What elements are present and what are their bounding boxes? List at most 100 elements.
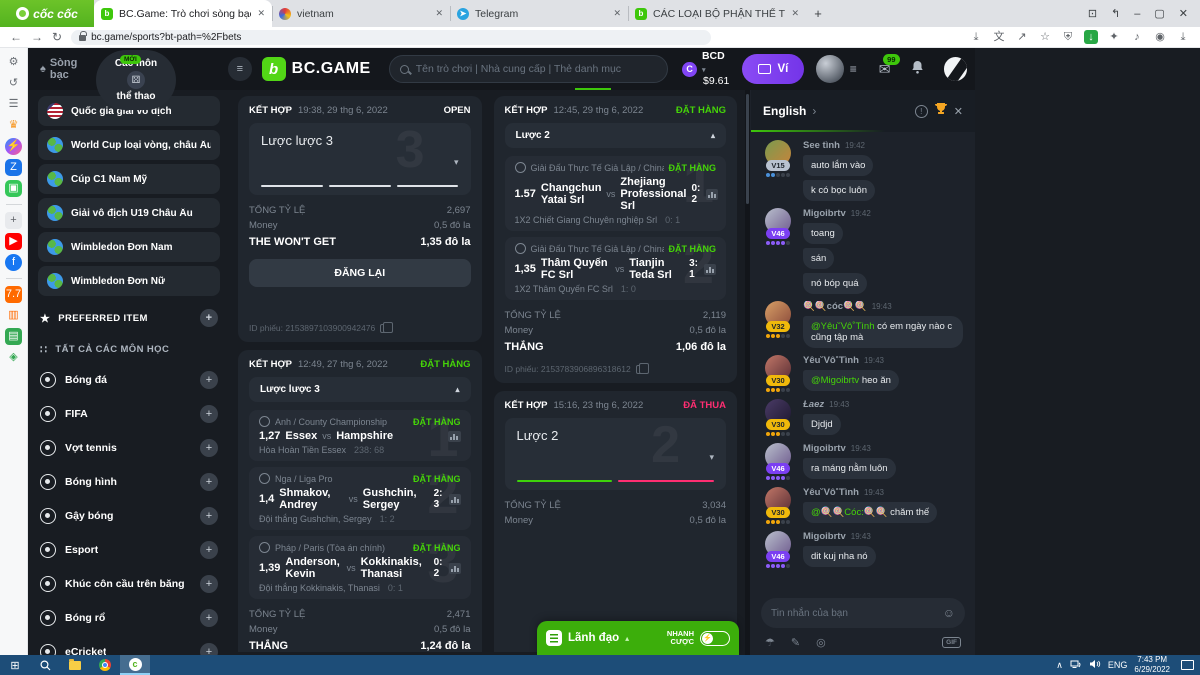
rules-info-icon[interactable]: ! [915,105,928,118]
history-icon[interactable]: ↺ [5,75,22,92]
chat-username[interactable]: 🍭🍭cóc🍭🍭 [803,301,867,312]
coccoc-download-icon[interactable]: ↓ [1084,30,1098,44]
sidebar-sport-item[interactable]: Bóng rổ + [38,601,220,635]
cart-icon[interactable]: ▥ [5,307,22,324]
coin-drop-icon[interactable]: ◎ [816,636,826,649]
currency-selector[interactable]: C BCD ▾ $9.61 [682,50,730,88]
avatar[interactable] [816,55,843,83]
reload-icon[interactable]: ↻ [52,31,62,43]
sidebar-sport-item[interactable]: Bóng hình + [38,465,220,499]
start-button[interactable]: ⊞ [0,655,30,675]
chevron-right-icon[interactable]: › [812,104,816,118]
language-indicator[interactable]: ENG [1108,660,1128,670]
url-bar[interactable]: bc.game/sports?bt-path=%2Fbets [71,30,711,45]
network-icon[interactable] [1070,656,1082,674]
sidebar-sport-item[interactable]: Gậy bóng + [38,499,220,533]
sidebar-sport-item[interactable]: Khúc côn cầu trên băng + [38,567,220,601]
facebook-icon[interactable]: f [5,254,22,271]
copy-icon[interactable] [636,365,644,374]
expand-sport-button[interactable]: + [200,371,218,389]
bet-collapse-bar[interactable]: Lược 2 ▴ [505,123,727,148]
trophy-icon[interactable] [934,102,948,120]
browser-tab[interactable]: b CÁC LOẠI BỘ PHẬN THỂ THA ✕ [628,0,806,27]
bet-leg[interactable]: 1 Giải Đấu Thực Tế Giả Lập / China Super… [505,156,727,231]
chevron-down-icon[interactable]: ▾ [709,452,714,463]
expand-sport-button[interactable]: + [200,575,218,593]
chat-username[interactable]: Ɫaez [803,399,824,410]
bet-summary[interactable]: Lược 2 2 ▾ [505,418,727,490]
forward-icon[interactable]: → [31,31,43,43]
expand-sport-button[interactable]: + [200,473,218,491]
close-chat-icon[interactable]: ✕ [954,105,963,118]
notifications-bell-icon[interactable] [911,60,924,79]
chevron-up-icon[interactable]: ▴ [711,131,715,140]
inbox-icon[interactable]: ✉99 [879,61,891,78]
tab-close-icon[interactable]: ✕ [435,8,443,19]
bet-leg[interactable]: 2 Nga / Liga Pro ĐẶT HÀNG [249,467,471,530]
bc-game-logo[interactable]: b BC.GAME [262,57,371,81]
profile-menu-icon[interactable]: ≡ [850,62,857,76]
stats-icon[interactable] [448,431,461,442]
chat-username[interactable]: Migoibrtv [803,443,846,454]
add-preferred-button[interactable]: + [200,309,218,327]
settings-icon[interactable]: ⚙ [5,54,22,71]
maximize-icon[interactable]: ▢ [1154,7,1164,20]
sheet-icon[interactable]: ▤ [5,328,22,345]
browser-tab[interactable]: vietnam ✕ [272,0,450,27]
sidebar-competition-item[interactable]: Wimbledon Đơn Nữ [38,266,220,296]
expand-sport-button[interactable]: + [200,405,218,423]
tab-close-icon[interactable]: ✕ [613,8,621,19]
coccoc-brand[interactable]: cốc cốc [0,0,94,27]
pencil-icon[interactable]: ✎ [791,636,800,649]
gif-icon[interactable]: GIF [942,637,961,648]
education-icon[interactable]: ◈ [5,349,22,366]
chat-username[interactable]: See tình [803,140,840,151]
chat-username[interactable]: Migoibrtv [803,531,846,542]
stats-icon[interactable] [449,494,461,505]
rain-bonus-icon[interactable]: ☂ [765,636,775,649]
chevron-up-icon[interactable]: ▴ [455,385,459,394]
sidebar-sport-item[interactable]: Vợt tennis + [38,431,220,465]
bet-leg[interactable]: 3 Pháp / Paris (Tòa án chính) ĐẶT HÀNG [249,536,471,599]
sidebar-sport-item[interactable]: FIFA + [38,397,220,431]
chat-username[interactable]: Yêu˘Vô˚Tình [803,487,859,498]
menu-icon[interactable]: ≡ [228,57,252,81]
sidebar-competition-item[interactable]: Giải vô địch U19 Châu Âu [38,198,220,228]
games-icon[interactable]: ▣ [5,180,22,197]
bet-summary[interactable]: Lược lược 3 3 ▾ [249,123,471,195]
rebet-button[interactable]: ĐĂNG LẠI [249,259,471,287]
feed-icon[interactable]: ☰ [5,96,22,113]
taskbar-search-icon[interactable] [30,655,60,675]
volume-icon[interactable] [1089,656,1101,674]
add-shortcut-icon[interactable]: + [5,212,22,229]
bet-leg[interactable]: 1 Anh / County Championship ĐẶT HÀNG [249,410,471,461]
stats-icon[interactable] [704,264,716,275]
profile-icon[interactable]: ◉ [1153,30,1167,44]
expand-sport-button[interactable]: + [200,541,218,559]
file-explorer-icon[interactable] [60,655,90,675]
chat-toggle-icon[interactable] [944,57,968,81]
tab-close-icon[interactable]: ✕ [791,8,799,19]
chat-language-selector[interactable]: English [763,104,806,118]
betslip-bar[interactable]: Lãnh đạo ▴ NHANHCƯỢC ⚡ [537,621,739,655]
stats-icon[interactable] [706,189,718,200]
youtube-icon[interactable]: ▶ [5,233,22,250]
save-page-icon[interactable]: ⤓ [969,30,983,44]
wallet-button[interactable]: Ví [742,54,804,84]
stats-icon[interactable] [449,563,461,574]
quick-bet-toggle[interactable]: ⚡ [700,631,730,646]
expand-sport-button[interactable]: + [200,643,218,655]
close-window-icon[interactable]: ✕ [1179,7,1188,20]
emoji-icon[interactable]: ☺ [943,606,955,620]
sidebar-competition-item[interactable]: Cúp C1 Nam Mỹ [38,164,220,194]
minimize-icon[interactable]: – [1134,8,1140,20]
capture-icon[interactable]: ⊡ [1088,7,1097,20]
search-input[interactable]: Tên trò chơi | Nhà cung cấp | Thẻ danh m… [389,55,669,83]
translate-icon[interactable]: 文 [992,30,1006,44]
back-icon[interactable]: ← [10,31,22,43]
tab-close-icon[interactable]: ✕ [257,8,265,19]
browser-tab[interactable]: ➤ Telegram ✕ [450,0,628,27]
sidebar-competition-item[interactable]: Wimbledon Đơn Nam [38,232,220,262]
shield-icon[interactable]: ⛨ [1061,30,1075,44]
extensions-icon[interactable]: ✦ [1107,30,1121,44]
